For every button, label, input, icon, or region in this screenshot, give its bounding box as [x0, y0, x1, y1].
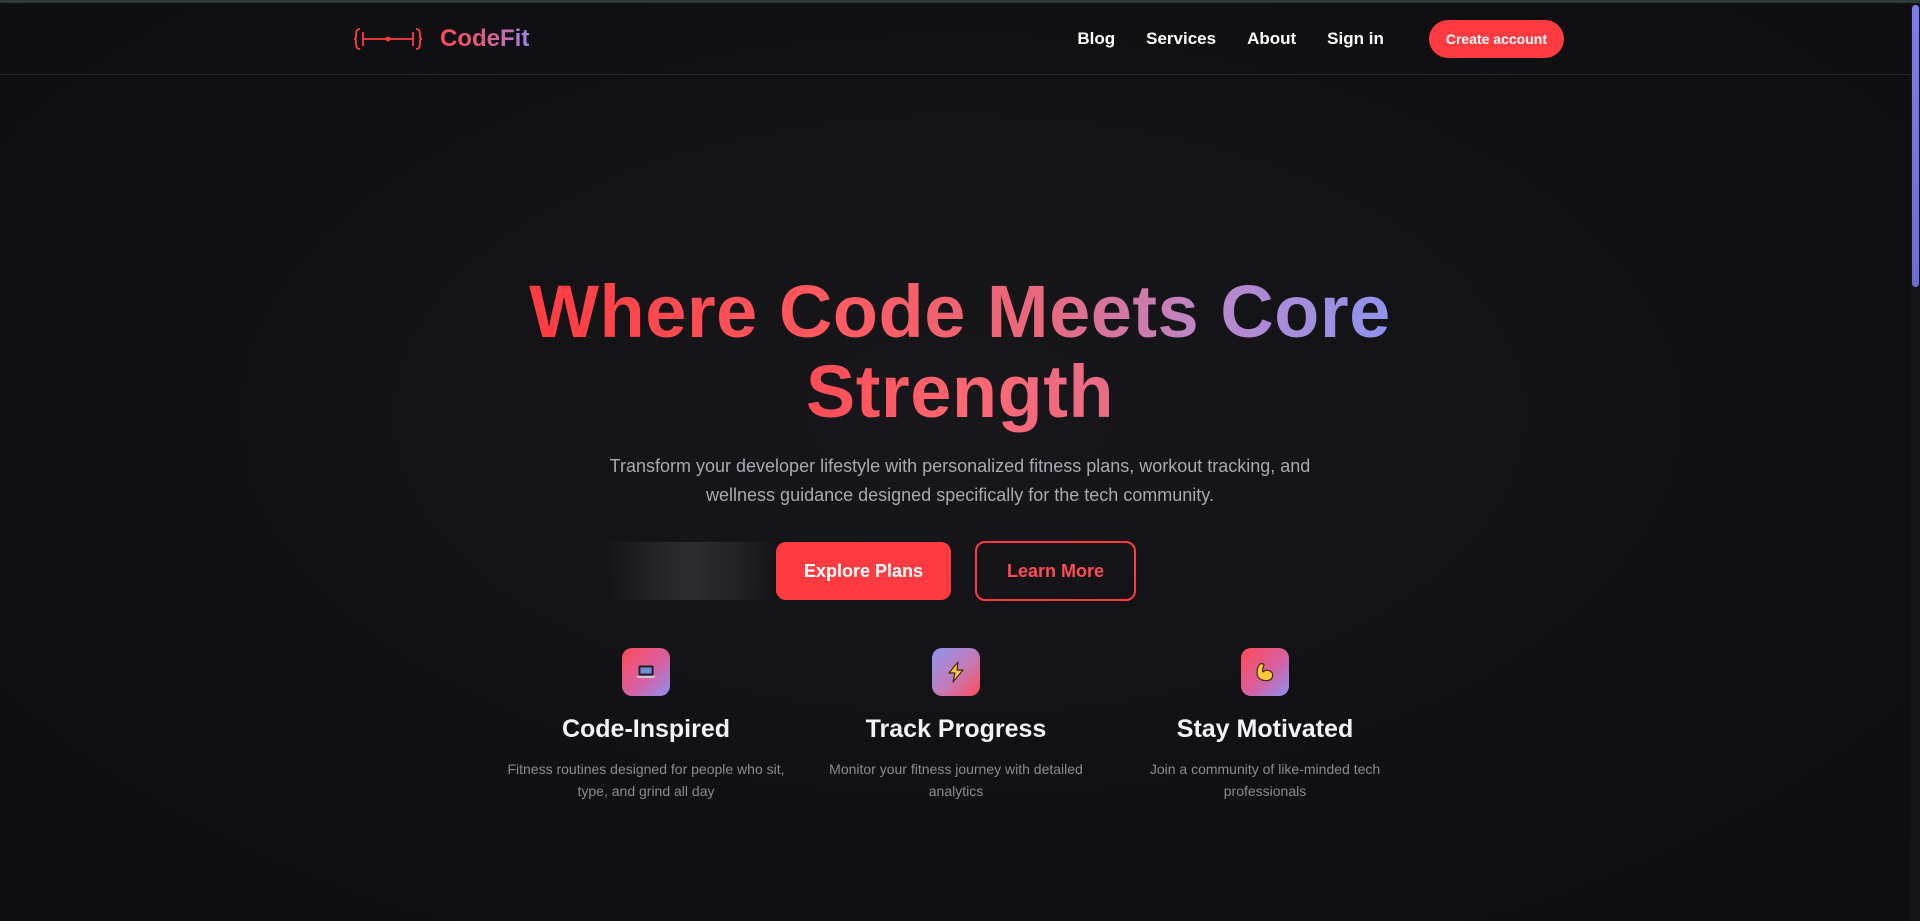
nav-link-sign-in[interactable]: Sign in [1327, 29, 1384, 49]
brand-name: CodeFit [440, 25, 530, 52]
feature-card-code-inspired: Code-Inspired Fitness routines designed … [496, 648, 796, 802]
main-nav: Blog Services About Sign in Create accou… [1077, 20, 1564, 58]
site-header: CodeFit Blog Services About Sign in Crea… [0, 3, 1910, 75]
hero-title-line-1: Where Code Meets Core [529, 270, 1391, 353]
hero-subtitle-line-2: wellness guidance designed specifically … [706, 485, 1214, 505]
dumbbell-brackets-icon [354, 28, 422, 50]
feature-description-line-2: professionals [1223, 783, 1307, 799]
explore-plans-button[interactable]: Explore Plans [776, 542, 951, 600]
page-scrollbar[interactable] [1910, 3, 1920, 921]
brand-logo[interactable]: CodeFit [354, 25, 529, 53]
nav-link-services[interactable]: Services [1146, 29, 1216, 49]
feature-title: Stay Motivated [1176, 715, 1354, 743]
feature-description-line-2: type, and grind all day [577, 783, 715, 799]
feature-card-track-progress: Track Progress Monitor your fitness jour… [806, 648, 1106, 802]
hero-title-line-2: Strength [805, 350, 1115, 433]
feature-description-line-2: analytics [928, 783, 984, 799]
flexed-biceps-icon [1241, 648, 1289, 696]
create-account-button[interactable]: Create account [1428, 20, 1564, 58]
learn-more-button[interactable]: Learn More [975, 541, 1136, 601]
feature-title: Track Progress [865, 715, 1047, 743]
scrollbar-thumb[interactable] [1912, 5, 1919, 287]
feature-card-stay-motivated: Stay Motivated Join a community of like-… [1115, 648, 1415, 802]
feature-title: Code-Inspired [561, 715, 731, 743]
button-shimmer-effect [604, 542, 776, 600]
feature-description-line-1: Join a community of like-minded tech [1149, 761, 1381, 777]
hero-subtitle: Transform your developer lifestyle with … [560, 452, 1360, 510]
nav-link-about[interactable]: About [1247, 29, 1296, 49]
feature-description: Monitor your fitness journey with detail… [806, 758, 1106, 802]
hero-subtitle-line-1: Transform your developer lifestyle with … [609, 456, 1311, 476]
laptop-icon [622, 648, 670, 696]
feature-description: Join a community of like-minded tech pro… [1115, 758, 1415, 802]
hero-title: Where Code Meets Core Strength [460, 272, 1460, 432]
feature-description-line-1: Monitor your fitness journey with detail… [829, 761, 1083, 777]
nav-link-blog[interactable]: Blog [1077, 29, 1115, 49]
lightning-icon [932, 648, 980, 696]
feature-description: Fitness routines designed for people who… [496, 758, 796, 802]
feature-description-line-1: Fitness routines designed for people who… [507, 761, 785, 777]
